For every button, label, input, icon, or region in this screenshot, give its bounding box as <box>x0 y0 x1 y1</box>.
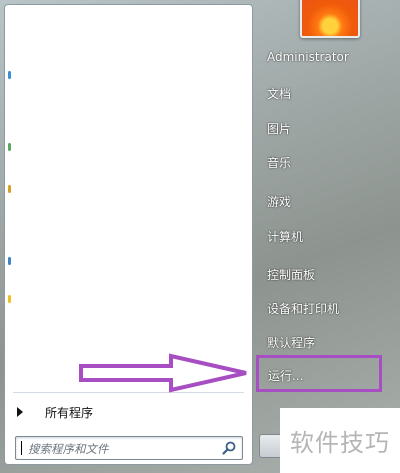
program-icon-fragment[interactable] <box>8 143 11 151</box>
program-icon-fragment[interactable] <box>8 295 11 303</box>
watermark: 软件技巧 <box>280 408 400 473</box>
menu-item-documents[interactable]: 文档 <box>267 85 291 102</box>
expand-arrow-icon <box>17 407 23 417</box>
menu-item-pictures[interactable]: 图片 <box>267 120 291 137</box>
username-link[interactable]: Administrator <box>267 50 349 64</box>
menu-item-run[interactable]: 运行... <box>268 367 303 384</box>
menu-item-default-programs[interactable]: 默认程序 <box>267 334 315 351</box>
search-placeholder: 搜索程序和文件 <box>28 442 109 456</box>
annotation-arrow-icon <box>79 353 247 393</box>
menu-item-games[interactable]: 游戏 <box>267 193 291 210</box>
program-icon-fragment[interactable] <box>8 71 11 79</box>
programs-pane: 所有程序 搜索程序和文件 <box>4 4 253 465</box>
menu-item-music[interactable]: 音乐 <box>267 154 291 171</box>
user-avatar[interactable] <box>300 0 360 38</box>
menu-item-devices-printers[interactable]: 设备和打印机 <box>267 300 339 317</box>
program-icon-fragment[interactable] <box>8 257 11 265</box>
all-programs-label: 所有程序 <box>45 405 94 420</box>
search-icon[interactable] <box>221 440 237 456</box>
search-input[interactable]: 搜索程序和文件 <box>15 436 243 460</box>
menu-item-computer[interactable]: 计算机 <box>267 228 303 245</box>
program-icon-fragment[interactable] <box>8 185 11 193</box>
menu-item-control-panel[interactable]: 控制面板 <box>267 266 315 283</box>
text-cursor <box>21 441 22 455</box>
all-programs-button[interactable]: 所有程序 <box>13 401 243 423</box>
